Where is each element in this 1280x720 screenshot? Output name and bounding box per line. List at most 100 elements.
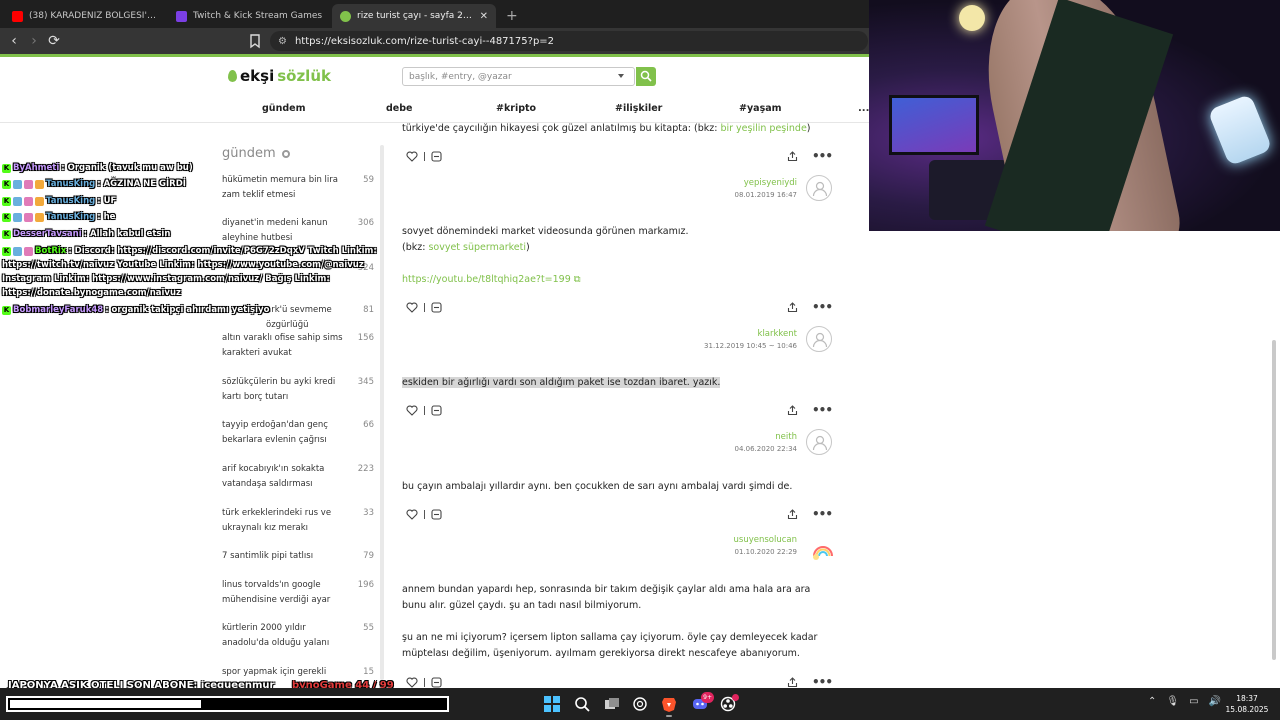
topic-item[interactable]: altın varaklı ofise sahip sims karakteri… [222, 331, 382, 361]
nav-yasam[interactable]: #yaşam [739, 103, 782, 114]
topic-item[interactable]: arif kocabıyık'ın sokakta vatandaşa sald… [222, 462, 382, 492]
discord-icon[interactable]: 9+ [692, 692, 714, 712]
topic-item[interactable]: sözlükçülerin bu ayki kredi kartı borç t… [222, 375, 382, 405]
bkz-link[interactable]: sovyet süpermarketi [428, 242, 526, 253]
share-icon[interactable] [787, 150, 798, 162]
topic-item[interactable]: spor yapmak için gerekli 15 [222, 665, 382, 680]
search-icon [640, 70, 652, 82]
search-input[interactable] [402, 67, 635, 86]
site-header: ekşisözlük gündem debe #kripto #ilişkile… [0, 57, 870, 123]
more-options-icon[interactable]: ••• [812, 403, 833, 417]
topic-item[interactable]: linus torvalds'ın google mühendisine ver… [222, 578, 382, 608]
brave-browser-icon[interactable] [661, 696, 677, 717]
topic-item[interactable]: türk erkeklerindeki rus ve ukraynalı kız… [222, 506, 382, 536]
tab-label: Twitch & Kick Stream Games [193, 11, 323, 21]
browser-tab-youtube[interactable]: (38) KARADENİZ BÖLGESİ'NİN EN DE [4, 4, 168, 28]
topic-item[interactable]: diyanet'in medeni kanun aleyhine hutbesi… [222, 216, 382, 246]
more-options-icon[interactable]: ••• [812, 149, 833, 163]
search-dropdown-icon[interactable] [618, 74, 624, 78]
chat-text: : Allah kabul etsin [83, 229, 171, 239]
heart-icon[interactable] [406, 151, 418, 162]
share-icon[interactable] [787, 301, 798, 313]
entry-date[interactable]: 08.01.2019 16:47 [735, 191, 797, 199]
browser-tab-eksisozluk[interactable]: rize turist çayı - sayfa 2 - ekşi sözlük… [332, 4, 496, 28]
topic-item[interactable]: 7 santimlik pipi tatlısı 79 [222, 549, 382, 564]
nav-kripto[interactable]: #kripto [496, 103, 536, 114]
author-name[interactable]: neith [735, 432, 797, 442]
taskbar-clock[interactable]: 18:37 15.08.2025 [1222, 693, 1272, 715]
minus-box-icon[interactable] [431, 301, 442, 313]
avatar[interactable] [806, 532, 833, 560]
external-link[interactable]: https://youtu.be/t8ltqhiq2ae?t=199 [402, 274, 571, 285]
gear-icon[interactable] [281, 149, 290, 158]
more-options-icon[interactable]: ••• [812, 300, 833, 314]
entry-date[interactable]: 31.12.2019 10:45 ~ 10:46 [704, 342, 797, 350]
chat-message: K ByAhmeti : Organik (tavuk mu aw bu) [2, 162, 193, 175]
forward-button[interactable]: › [24, 33, 44, 49]
browser-tab-bar: (38) KARADENİZ BÖLGESİ'NİN EN DE Twitch … [0, 0, 870, 28]
author-name[interactable]: yepisyeniydi [735, 178, 797, 188]
heart-icon[interactable] [406, 302, 418, 313]
author-name[interactable]: usuyensolucan [734, 535, 798, 545]
bookmark-icon[interactable] [248, 33, 262, 49]
share-icon[interactable] [787, 508, 798, 520]
browser-tab-stream-games[interactable]: Twitch & Kick Stream Games [168, 4, 332, 28]
topic-item[interactable]: hükümetin memura bin lira zam teklif etm… [222, 173, 382, 203]
avatar[interactable] [806, 175, 832, 201]
minus-box-icon[interactable] [431, 150, 442, 162]
address-bar[interactable]: ⚙ https://eksisozluk.com/rize-turist-cay… [270, 31, 868, 51]
bkz-link[interactable]: bir yeşilin peşinde [720, 123, 806, 134]
reload-button[interactable]: ⟳ [44, 33, 64, 49]
minus-box-icon[interactable] [431, 404, 442, 416]
search-icon[interactable] [574, 696, 590, 712]
kick-badge-icon: K [2, 197, 11, 206]
avatar[interactable] [806, 326, 832, 352]
heart-icon[interactable] [406, 405, 418, 416]
entry-date[interactable]: 01.10.2020 22:29 [734, 548, 797, 556]
site-info-icon[interactable]: ⚙ [278, 36, 287, 47]
nav-debe[interactable]: debe [386, 103, 413, 114]
minus-box-icon[interactable] [431, 508, 442, 520]
windows-start-icon[interactable] [544, 696, 560, 712]
task-view-icon[interactable] [604, 696, 620, 712]
obs-icon[interactable] [720, 694, 739, 712]
more-options-icon[interactable]: ••• [812, 675, 833, 689]
page-scrollbar[interactable] [1272, 340, 1276, 660]
eksi-logo[interactable]: ekşi sözlük [228, 67, 331, 85]
topic-item[interactable]: kürtlerin 2000 yıldır anadolu'da olduğu … [222, 621, 382, 651]
gundem-heading: gündem [222, 146, 276, 161]
back-button[interactable]: ‹ [4, 33, 24, 49]
entry-content: eskiden bir ağırlığı vardı son aldığım p… [402, 375, 832, 391]
new-tab-button[interactable]: + [496, 4, 528, 28]
topic-count: 223 [357, 464, 374, 474]
nav-more-button[interactable]: ... [858, 103, 869, 114]
network-icon[interactable]: ▭ [1189, 696, 1198, 707]
topic-count: 15 [363, 667, 374, 677]
logo-main: ekşi [240, 67, 275, 85]
microphone-icon[interactable]: 🎙 [1166, 696, 1179, 707]
chat-username: DesserTavsani [13, 229, 82, 239]
search-button[interactable] [636, 67, 656, 86]
author-name[interactable]: klarkkent [704, 329, 797, 339]
top-navigation: gündem debe #kripto #ilişkiler #yaşam [0, 103, 870, 117]
volume-icon[interactable]: 🔊 [1209, 696, 1221, 707]
heart-icon[interactable] [406, 509, 418, 520]
nav-iliskiler[interactable]: #ilişkiler [615, 103, 662, 114]
more-options-icon[interactable]: ••• [812, 507, 833, 521]
entry-date[interactable]: 04.06.2020 22:34 [735, 445, 797, 453]
entry-actions-right: ••• [787, 507, 833, 521]
chat-text: Instagram Linkim: https://www.instagram.… [2, 274, 330, 284]
chevron-up-icon[interactable]: ⌃ [1148, 696, 1156, 707]
avatar[interactable] [806, 429, 832, 455]
close-tab-icon[interactable]: ✕ [480, 11, 488, 22]
topic-item[interactable]: tayyip erdoğan'dan genç bekarlara evleni… [222, 418, 382, 448]
chatgpt-icon[interactable] [632, 696, 648, 712]
share-icon[interactable] [787, 404, 798, 416]
topic-title: sözlükçülerin bu ayki kredi kartı borç t… [222, 377, 336, 402]
nav-gundem[interactable]: gündem [262, 103, 305, 114]
share-icon[interactable] [787, 676, 798, 688]
twitch-icon [176, 10, 187, 22]
sidebar-scrollbar[interactable] [380, 145, 384, 680]
sub-badge-icon [13, 197, 22, 206]
crown-badge-icon [35, 213, 44, 222]
